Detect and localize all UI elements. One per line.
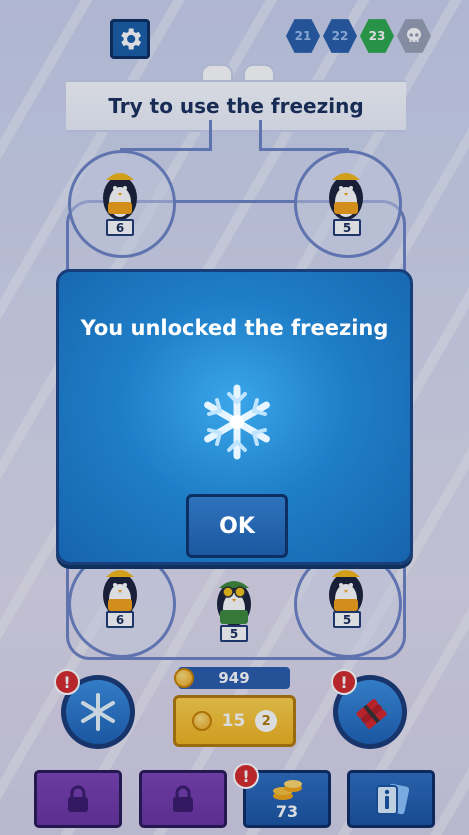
- ok-button[interactable]: OK: [186, 494, 288, 558]
- dialog-title: You unlocked the freezing: [80, 316, 389, 340]
- snowflake-icon: [204, 384, 270, 460]
- unlock-dialog: You unlocked the freezing OK: [56, 269, 413, 565]
